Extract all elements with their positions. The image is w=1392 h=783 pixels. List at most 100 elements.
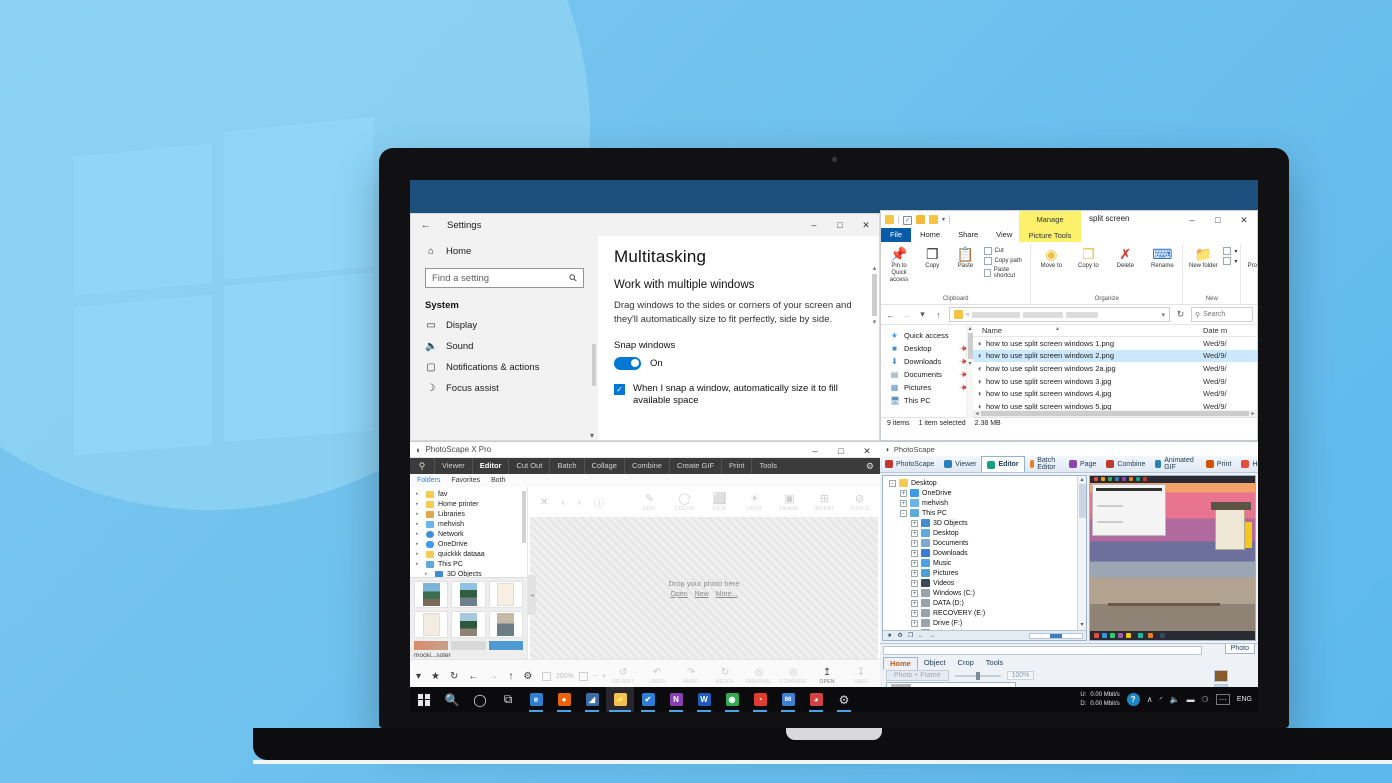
minimize-button[interactable]: – [1179,211,1205,229]
tree-item-desktop[interactable]: + Desktop [885,528,1086,538]
tree-item-quickkk-dataaa[interactable]: ▸ quickkk dataaa [410,549,527,559]
tab-both[interactable]: Both [491,477,505,484]
nav-item-documents[interactable]: ▤ Documents 📌 [881,368,973,381]
expand-arrow-icon[interactable]: ▸ [416,511,422,517]
maximize-button[interactable]: □ [1205,211,1231,229]
thumbnail-item[interactable] [414,581,449,608]
thumbnail-item[interactable] [488,641,523,650]
action-redo[interactable]: ↷ REDO [674,667,708,685]
language-indicator[interactable]: ENG [1237,696,1252,703]
network-speed-indicator[interactable]: U: D: 0.00 Mbit/s 0.00 Mbit/s [1080,691,1119,709]
drop-zone-links[interactable]: Open New More... [671,591,738,598]
sidebar-item-display[interactable]: ▭ Display [411,315,598,336]
chevron-down-icon[interactable]: ▾ [942,216,945,223]
nav-pane-scrollbar[interactable]: ▴ ▾ [966,325,973,418]
file-list-horizontal-scrollbar[interactable]: ◂ ▸ [973,410,1257,417]
tab-home[interactable]: Home [911,228,949,242]
thumbnail-item[interactable] [414,641,449,650]
chevron-down-icon[interactable]: ▾ [416,671,421,682]
editor-tab-home[interactable]: Home [883,657,918,670]
word-icon[interactable]: W [690,687,718,712]
tool-insert[interactable]: ⊞ INSERT [807,492,842,512]
table-row[interactable]: ◖ how to use split screen windows 4.jpg We… [973,387,1257,400]
tab-viewer[interactable]: Viewer [939,456,981,472]
minimize-button[interactable]: – [801,216,827,234]
copy-path-button[interactable]: Copy path [983,257,1028,265]
ps2-tree-toolbar[interactable]: ★ ♻ ❐ ← → [883,630,1086,640]
action-original[interactable]: ◎ ORIGINAL [742,667,776,685]
menu-item-viewer[interactable]: Viewer [434,458,472,474]
tree-item-pictures[interactable]: + Pictures [885,568,1086,578]
refresh-icon[interactable]: ♻ [897,632,902,639]
expand-arrow-icon[interactable]: ▸ [416,561,422,567]
nav-item-desktop[interactable]: ■ Desktop 📌 [881,342,973,355]
new-item-dropdown[interactable]: ▾ [1223,247,1237,255]
settings-gear-icon[interactable]: ⚙ [830,687,858,712]
easy-access-dropdown[interactable]: ▾ [1223,257,1237,265]
tree-item-documents[interactable]: + Documents [885,538,1086,548]
checkbox-checked-icon[interactable]: ✓ [614,383,625,395]
psx-menu-bar[interactable]: ⚲ Viewer Editor Cut Out Batch Collage Combine… [410,458,880,474]
tab-favorites[interactable]: Favorites [451,477,480,484]
windows-taskbar[interactable]: 🔍 ◯ ⧉ e ● ◢ 📁 ✔ N W ◉ ◔ 86 ◕ ⚙ U: D: 0.00 Mbit/s 0.00 … [410,687,1258,712]
copy-button[interactable]: ❐ Copy [917,247,947,270]
pane-collapse-handle[interactable]: ◂ [528,575,536,615]
explorer-search-input[interactable]: ⚲ Search [1191,307,1253,322]
system-tray[interactable]: U: D: 0.00 Mbit/s 0.00 Mbit/s ? ∧ ◜ 🔈 ▬ … [1080,691,1258,709]
refresh-icon[interactable]: ↻ [1175,309,1186,320]
action-compare[interactable]: ◎ COMPARE [776,667,810,685]
back-arrow-icon[interactable]: ← [918,633,924,639]
psx-tree-scrollbar[interactable] [522,491,526,591]
info-icon[interactable]: ⓘ [594,495,604,510]
previous-photo-icon[interactable]: ‹ [561,497,564,508]
color-swatch-brown[interactable] [1214,670,1228,682]
more-link[interactable]: More... [716,591,738,598]
new-folder-button[interactable]: 📁 New folder [1186,247,1220,270]
help-icon[interactable]: ? [1126,693,1140,706]
tree-item-downloads[interactable]: + Downloads [885,548,1086,558]
scroll-up-icon[interactable]: ▴ [1078,476,1086,483]
task-view-icon[interactable]: ⧉ [494,687,522,712]
folder-icon[interactable] [885,215,894,224]
ps2-photo-tab[interactable]: Photo [1224,644,1255,654]
tree-item-desktop[interactable]: - Desktop [885,478,1086,488]
thumbnail-item[interactable] [451,581,486,608]
minimize-button[interactable]: – [802,442,828,460]
photoscape-classic-window[interactable]: ◖ PhotoScape PhotoScape Viewer Editor Batch… [880,441,1258,694]
tool-tools[interactable]: ⊘ TOOLS [842,492,877,512]
forward-arrow-icon[interactable]: → [488,671,498,682]
nav-item-pictures[interactable]: ▦ Pictures 📌 [881,381,973,394]
tab-print[interactable]: Print [1201,456,1236,472]
expand-toggle-icon[interactable]: + [911,539,918,547]
photo-plus-frame-button[interactable]: Photo + Frame [886,670,949,681]
scroll-down-icon[interactable]: ▾ [872,318,877,326]
up-arrow-icon[interactable]: ↑ [933,310,944,320]
editor-tab-crop[interactable]: Crop [952,657,980,670]
tree-item-windows-c-[interactable]: + Windows (C:) [885,588,1086,598]
forward-arrow-icon[interactable]: → [901,310,912,320]
tree-item-recovery-e-[interactable]: + RECOVERY (E:) [885,608,1086,618]
nav-item-quick-access[interactable]: ★ Quick access [881,329,973,342]
start-button[interactable] [410,687,438,712]
tree-item-network[interactable]: ▸ Network [410,529,527,539]
explorer-ribbon-tabs[interactable]: File Home Share View Picture Tools [881,228,1257,242]
copy-to-button[interactable]: ❐ Copy to [1071,247,1105,270]
forward-arrow-icon[interactable]: → [929,633,935,639]
zoom-out-icon[interactable]: − [593,673,597,680]
expand-arrow-icon[interactable]: ▸ [416,521,422,527]
wifi-icon[interactable]: ◜ [1160,695,1163,704]
onenote-icon[interactable]: N [662,687,690,712]
sidebar-item-focus-assist[interactable]: ☽ Focus assist [411,378,598,399]
search-icon[interactable]: ⚲ [410,461,434,472]
psx-canvas-area[interactable]: ✕ ‹ › ⓘ ✎ EDIT ◯ COLOR ⬜ FILM ☀ LIGHT ▣ FRAME ⊞ INS… [528,487,880,659]
open-link[interactable]: Open [671,591,688,598]
tree-item-this-pc[interactable]: ▸ This PC [410,559,527,569]
ps2-folder-tree[interactable]: - Desktop + OneDrive + mehvish - This PC +3D Obj… [882,475,1087,641]
tree-item-videos[interactable]: + Videos [885,578,1086,588]
expand-toggle-icon[interactable]: + [911,619,918,627]
volume-icon[interactable]: 🔈 [1170,695,1180,704]
sidebar-scrollbar[interactable] [592,344,596,440]
sticky-notes-icon[interactable]: ◢ [578,687,606,712]
tab-share[interactable]: Share [949,228,987,242]
editor-tab-tools[interactable]: Tools [980,657,1010,670]
